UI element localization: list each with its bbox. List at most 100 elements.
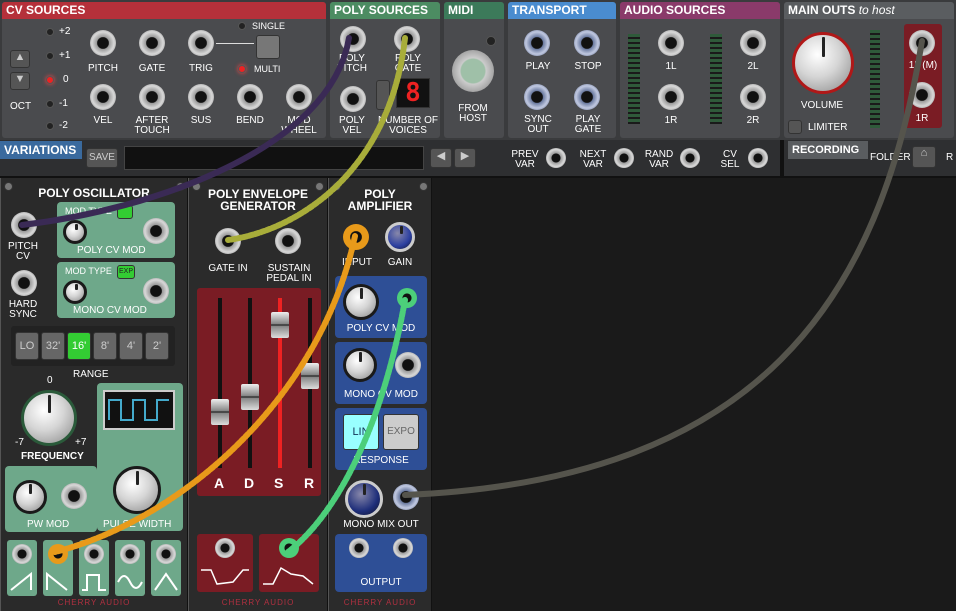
triangle-out-jack[interactable] (156, 544, 176, 564)
range-2-button[interactable]: 2' (145, 332, 169, 360)
mod-type-button[interactable] (117, 205, 133, 219)
range-8-button[interactable]: 8' (93, 332, 117, 360)
poly-oscillator-title: POLY OSCILLATOR (38, 186, 150, 200)
oct-led[interactable] (46, 28, 54, 36)
fader-r[interactable] (301, 362, 319, 389)
env-out-jack[interactable] (215, 538, 235, 558)
sync-out-jack[interactable] (524, 84, 550, 110)
poly-cv-mod-jack[interactable] (143, 218, 169, 244)
rand-var-jack[interactable] (680, 148, 700, 168)
sustain-pedal-label: SUSTAIN PEDAL IN (266, 263, 312, 284)
main-outs-title: MAIN OUTS to host (784, 2, 954, 19)
frequency-knob[interactable] (21, 390, 77, 446)
sine-out-jack[interactable] (120, 544, 140, 564)
oct-led-active[interactable] (46, 76, 54, 84)
main-out-1l-jack[interactable] (909, 30, 935, 56)
mono-cv-mod-jack[interactable] (143, 278, 169, 304)
fader-a[interactable] (211, 398, 229, 425)
mono-mix-out-jack[interactable] (393, 484, 419, 510)
pulse-width-knob[interactable] (113, 466, 161, 514)
fader-s[interactable] (271, 312, 289, 339)
audio-1r-label: 1R (664, 115, 678, 126)
poly-amplifier-module: POLY AMPLIFIER INPUT GAIN POLY CV MOD MO… (328, 178, 432, 611)
audio-1r-jack[interactable] (658, 84, 684, 110)
pulse-out-jack[interactable] (84, 544, 104, 564)
pw-mod-jack[interactable] (61, 483, 87, 509)
save-button[interactable]: SAVE (86, 148, 118, 168)
poly-pitch-jack[interactable] (340, 26, 366, 52)
bend-jack[interactable] (237, 84, 263, 110)
pitch-jack[interactable] (90, 30, 116, 56)
poly-gate-jack[interactable] (394, 26, 420, 52)
amp-poly-cv-knob[interactable] (343, 284, 379, 320)
main-out-1r-jack[interactable] (909, 82, 935, 108)
next-var-jack[interactable] (614, 148, 634, 168)
audio-2r-jack[interactable] (740, 84, 766, 110)
gate-in-label: GATE IN (208, 263, 248, 274)
oct-led[interactable] (46, 122, 54, 130)
lin-button[interactable]: LIN (343, 414, 379, 450)
saw-down-jack[interactable] (48, 544, 68, 564)
aftertouch-jack[interactable] (139, 84, 165, 110)
saw-out-jack[interactable] (12, 544, 32, 564)
freq-min-label: -7 (15, 437, 24, 448)
range-4-button[interactable]: 4' (119, 332, 143, 360)
single-multi-switch[interactable] (256, 35, 280, 59)
play-jack[interactable] (524, 30, 550, 56)
sustain-pedal-jack[interactable] (275, 228, 301, 254)
hard-sync-jack[interactable] (11, 270, 37, 296)
range-lo-button[interactable]: LO (15, 332, 39, 360)
audio-2l-jack[interactable] (740, 30, 766, 56)
vel-jack[interactable] (90, 84, 116, 110)
multi-led[interactable] (238, 65, 246, 73)
next-arrow-button[interactable]: ▶ (454, 148, 476, 168)
volume-knob[interactable] (792, 32, 854, 94)
single-led[interactable] (238, 22, 246, 30)
mono-cv-mod-knob[interactable] (63, 280, 87, 304)
from-host-label: FROM HOST (458, 103, 488, 124)
oct-led[interactable] (46, 52, 54, 60)
amp-input-jack[interactable] (343, 224, 369, 250)
next-var-label: NEXT VAR (579, 149, 607, 170)
output-plus-jack[interactable] (393, 538, 413, 558)
gate-in-jack[interactable] (215, 228, 241, 254)
pw-mod-knob[interactable] (13, 480, 47, 514)
prev-var-jack[interactable] (546, 148, 566, 168)
mod-wheel-jack[interactable] (286, 84, 312, 110)
oct-led[interactable] (46, 100, 54, 108)
variation-name-field[interactable] (124, 146, 424, 170)
limiter-checkbox[interactable] (788, 120, 802, 134)
fader-d[interactable] (241, 384, 259, 411)
voices-display: 8 (396, 78, 430, 108)
mono-mix-knob[interactable] (345, 480, 383, 518)
pitch-cv-jack[interactable] (11, 212, 37, 238)
amp-mono-cv-jack[interactable] (395, 352, 421, 378)
play-gate-jack[interactable] (574, 84, 600, 110)
folder-icon[interactable]: ⌂ (912, 146, 936, 168)
stop-jack[interactable] (574, 30, 600, 56)
audio-1l-jack[interactable] (658, 30, 684, 56)
output-minus-jack[interactable] (349, 538, 369, 558)
oct-down-button[interactable]: ▼ (10, 72, 30, 90)
amp-poly-cv-jack[interactable] (397, 288, 417, 308)
env-out-jack[interactable] (279, 538, 299, 558)
mod-type-label: MOD TYPE (65, 206, 112, 216)
midi-din-icon[interactable] (452, 50, 494, 92)
trig-jack[interactable] (188, 30, 214, 56)
voices-stepper[interactable] (376, 80, 390, 110)
expo-button[interactable]: EXPO (383, 414, 419, 450)
amp-mono-cv-knob[interactable] (343, 348, 377, 382)
freq-zero-label: 0 (47, 375, 53, 386)
poly-cv-mod-knob[interactable] (63, 220, 87, 244)
range-16-button[interactable]: 16' (67, 332, 91, 360)
sus-jack[interactable] (188, 84, 214, 110)
exp-button[interactable]: EXP (117, 265, 135, 279)
range-32-button[interactable]: 32' (41, 332, 65, 360)
oct-up-button[interactable]: ▲ (10, 50, 30, 68)
prev-arrow-button[interactable]: ◀ (430, 148, 452, 168)
transport-title: TRANSPORT (508, 2, 616, 19)
gain-knob[interactable] (385, 222, 415, 252)
gate-jack[interactable] (139, 30, 165, 56)
cv-sel-jack[interactable] (748, 148, 768, 168)
poly-vel-jack[interactable] (340, 86, 366, 112)
